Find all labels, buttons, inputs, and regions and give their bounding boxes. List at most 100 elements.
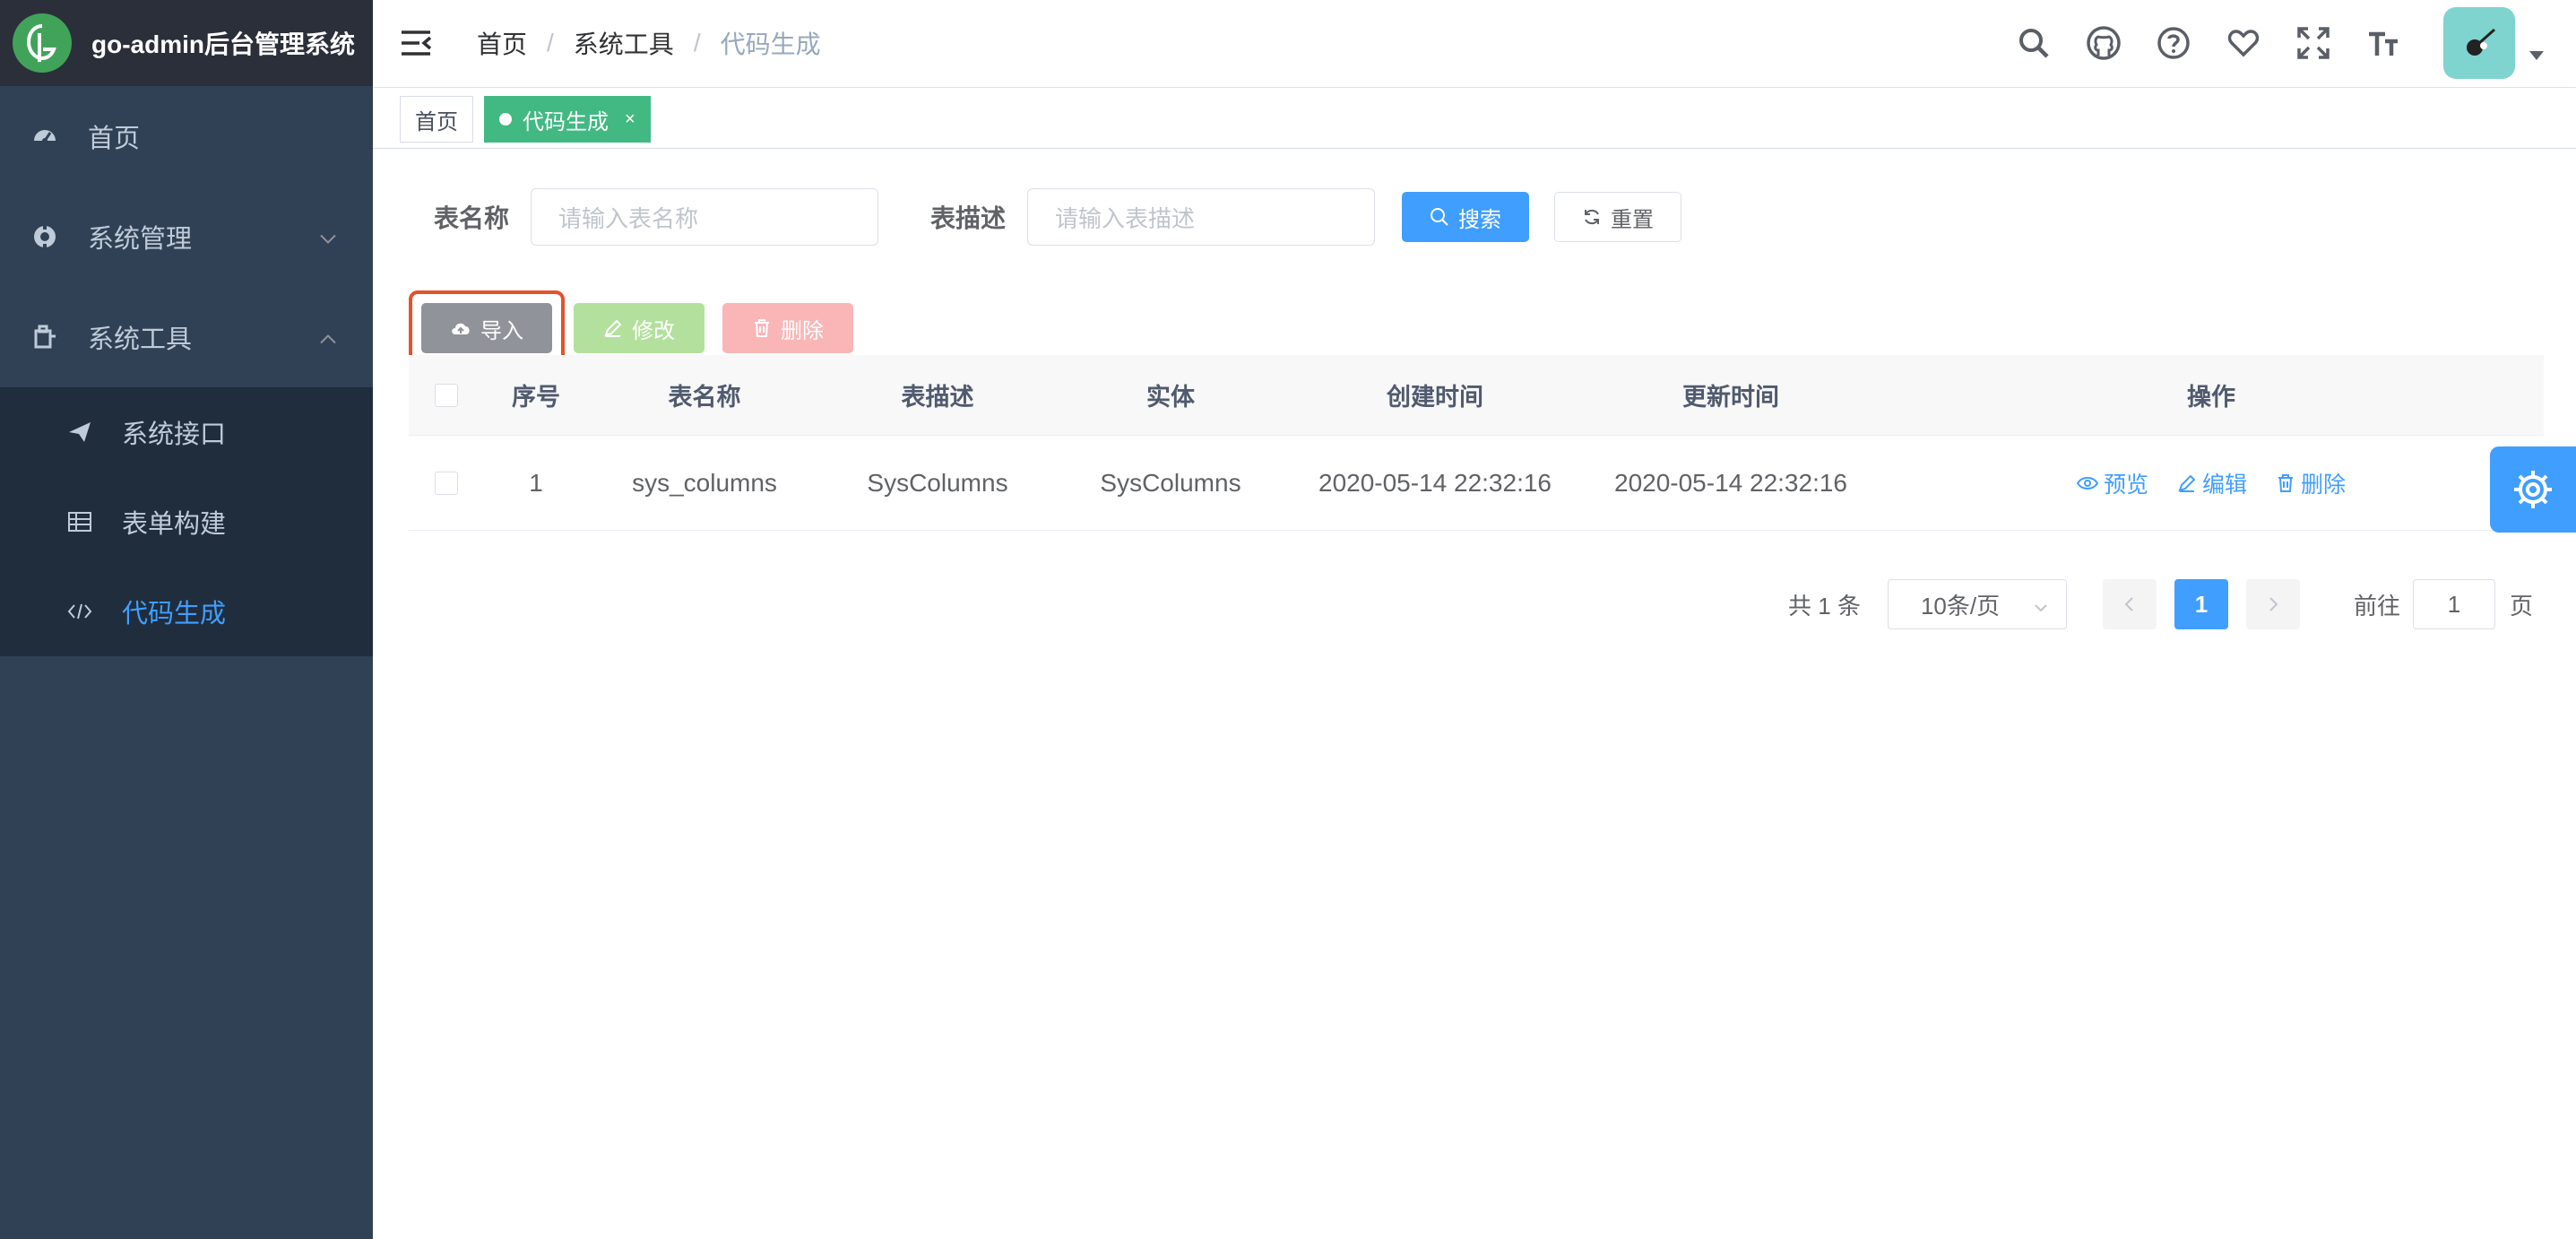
fullscreen-icon[interactable] [2278,8,2348,78]
edit-icon [603,318,623,338]
system-tools-submenu: 系统接口 表单构建 代码生成 [0,387,373,656]
sidebar-item-label: 首页 [88,125,141,153]
sidebar-item-label: 系统接口 [122,420,227,449]
goto-page-input[interactable]: 1 [2412,579,2495,629]
search-button-label: 搜索 [1458,207,1502,232]
delete-button[interactable]: 删除 [722,303,853,353]
sidebar-item-label: 系统管理 [88,225,193,254]
github-icon[interactable] [2069,8,2139,78]
eye-icon [2076,476,2098,490]
logo-bar: go-admin后台管理系统 [0,0,373,86]
preview-label: 预览 [2103,472,2148,498]
logo-icon [13,13,72,73]
search-button[interactable]: 搜索 [1402,192,1530,242]
cell-updated: 2020-05-14 22:32:16 [1614,468,1847,497]
trash-icon [752,318,772,338]
sidebar-item-label: 表单构建 [122,510,227,539]
prev-page-button[interactable] [2102,579,2157,629]
caret-down-icon[interactable] [2529,22,2544,65]
preview-link[interactable]: 预览 [2076,467,2148,499]
code-gen-table: 序号 表名称 表描述 实体 创建时间 更新时间 操作 1 sys_columns… [409,355,2544,531]
avatar[interactable] [2443,7,2515,79]
tag-label: 代码生成 [523,109,609,134]
delete-button-label: 删除 [781,318,824,343]
cell-actions: 预览 编辑 删除 [1879,467,2544,499]
help-icon[interactable] [2139,8,2209,78]
chevron-right-icon [2269,597,2278,611]
trash-icon [2276,473,2295,493]
breadcrumb-separator: / [547,29,554,56]
main-content: 表名称 请输入表名称 表描述 请输入表描述 搜索 重置 导入 修改 删除 序号 … [373,149,2576,1239]
refresh-icon [1582,207,1602,227]
search-form: 表名称 请输入表名称 表描述 请输入表描述 搜索 重置 [434,188,1682,246]
table-row: 1 sys_columns SysColumns SysColumns 2020… [409,436,2544,531]
goto-label: 前往 [2353,592,2400,620]
cell-table-name: sys_columns [632,468,777,497]
pagination: 共 1 条 10条/页 1 前往 1 页 [1788,579,2533,629]
settings-button[interactable] [2490,446,2576,533]
header-table-desc: 表描述 [901,384,974,411]
send-icon [66,419,93,446]
tag-label: 首页 [415,109,458,134]
tags-view: 首页 代码生成 × [373,88,2576,149]
search-icon[interactable] [1999,8,2069,78]
row-checkbox-cell [409,471,484,495]
heart-icon[interactable] [2209,8,2278,78]
active-dot-icon [499,113,512,126]
table-header: 序号 表名称 表描述 实体 创建时间 更新时间 操作 [409,355,2544,436]
navbar: 首页 / 系统工具 / 代码生成 [373,0,2576,88]
table-icon [66,508,93,535]
close-icon[interactable]: × [625,109,635,130]
sidebar-item-system-tools[interactable]: 系统工具 [0,287,373,387]
goto-suffix: 页 [2509,592,2533,620]
breadcrumb-system-tools[interactable]: 系统工具 [574,25,674,61]
sidebar-item-code-gen[interactable]: 代码生成 [0,567,373,656]
app-title: go-admin后台管理系统 [91,30,355,58]
chevron-down-icon [2032,594,2050,622]
table-name-label: 表名称 [434,204,510,232]
pagination-total: 共 1 条 [1788,592,1861,620]
tag-home[interactable]: 首页 [400,96,473,143]
code-icon [66,598,93,625]
delete-label: 删除 [2301,472,2347,498]
cell-created: 2020-05-14 22:32:16 [1318,468,1552,497]
import-button-label: 导入 [480,318,523,343]
search-icon [1430,207,1449,227]
edit-label: 编辑 [2201,472,2247,498]
header-table-name: 表名称 [668,384,741,411]
import-button[interactable]: 导入 [421,303,552,353]
sidebar-item-system-api[interactable]: 系统接口 [0,387,373,477]
row-checkbox[interactable] [435,471,458,495]
table-name-input[interactable]: 请输入表名称 [531,188,879,246]
sidebar-item-home[interactable]: 首页 [0,86,373,186]
sidebar-item-system-management[interactable]: 系统管理 [0,186,373,287]
select-all-checkbox[interactable] [435,383,458,407]
page-number-current[interactable]: 1 [2174,579,2228,629]
sidebar-item-form-builder[interactable]: 表单构建 [0,477,373,567]
page-size-select[interactable]: 10条/页 [1887,579,2067,629]
hamburger-icon[interactable] [400,27,432,64]
table-desc-label: 表描述 [930,204,1007,232]
sidebar-item-label: 代码生成 [122,600,227,628]
font-size-icon[interactable] [2348,8,2418,78]
edit-icon [2177,473,2197,493]
cell-entity: SysColumns [1100,468,1241,497]
sidebar-item-label: 系统工具 [88,325,193,354]
dashboard-icon [30,122,59,151]
settings-icon [30,222,59,251]
tag-code-gen[interactable]: 代码生成 × [484,96,651,143]
chevron-up-icon [319,323,337,352]
edit-link[interactable]: 编辑 [2177,467,2247,499]
breadcrumb-home[interactable]: 首页 [477,25,527,61]
chevron-down-icon [319,222,337,252]
header-entity: 实体 [1146,384,1195,411]
next-page-button[interactable] [2245,579,2300,629]
delete-link[interactable]: 删除 [2276,467,2346,499]
table-desc-input[interactable]: 请输入表描述 [1027,188,1376,246]
sidebar: go-admin后台管理系统 首页 系统管理 系统工具 系统接口 表单构建 代码… [0,0,373,1239]
reset-button[interactable]: 重置 [1554,192,1682,242]
cell-table-desc: SysColumns [867,468,1008,497]
navbar-actions [1999,0,2576,86]
edit-button[interactable]: 修改 [574,303,705,353]
select-all-checkbox-cell [409,383,484,407]
